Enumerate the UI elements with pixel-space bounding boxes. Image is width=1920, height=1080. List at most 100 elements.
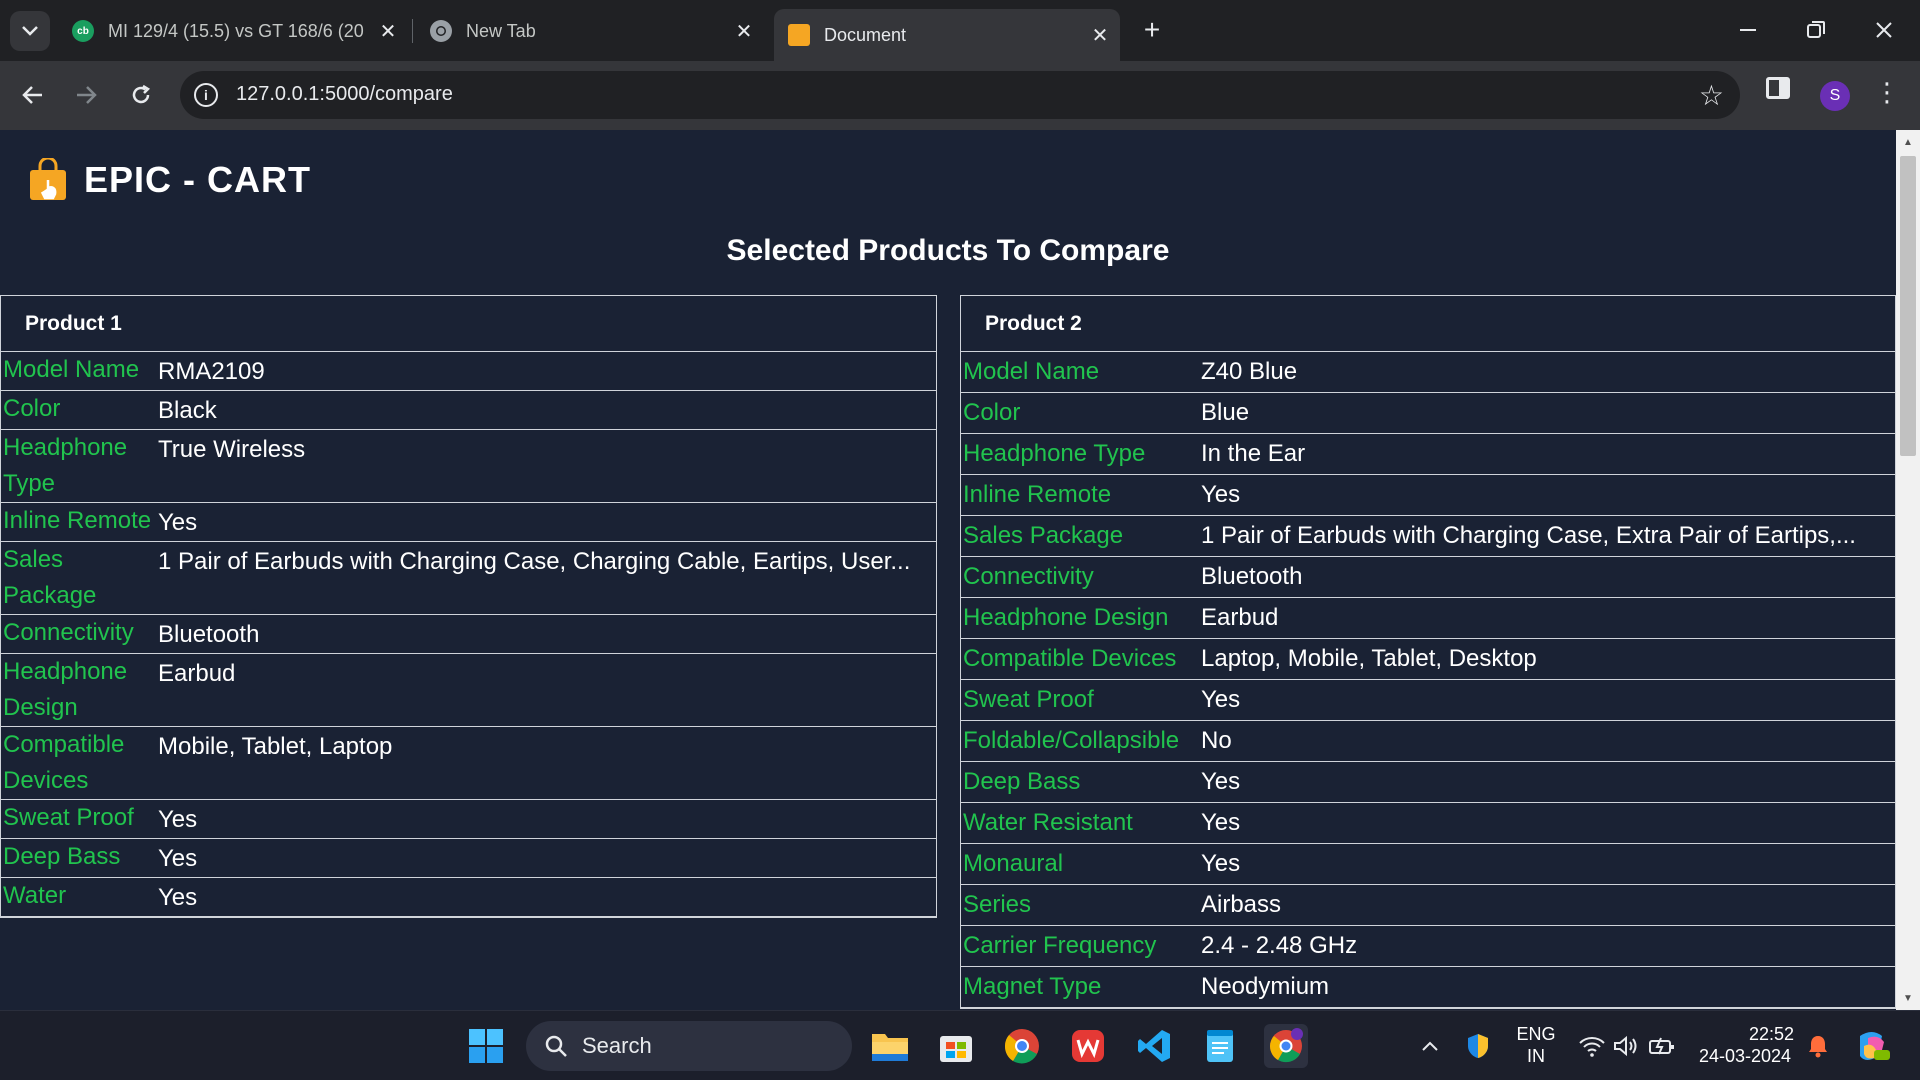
spec-row: Water Resistant Yes <box>961 803 1895 844</box>
taskbar-search[interactable]: Search <box>526 1021 852 1071</box>
spec-value: Earbud <box>158 660 236 687</box>
file-explorer-icon[interactable] <box>868 1024 912 1068</box>
scroll-up-arrow-icon[interactable]: ▲ <box>1896 132 1920 152</box>
close-tab-icon[interactable]: ✕ <box>1088 23 1112 47</box>
spec-key: Deep Bass <box>3 843 121 870</box>
tab-title: New Tab <box>466 20 536 41</box>
forward-button[interactable] <box>66 75 106 115</box>
spec-key: Sweat Proof <box>3 804 134 831</box>
spec-value: Yes <box>1201 850 1241 877</box>
tab-search-button[interactable] <box>10 11 50 51</box>
spec-row: Compatible Devices Laptop, Mobile, Tablet… <box>961 639 1895 680</box>
cricbuzz-icon: cb <box>72 20 94 42</box>
windows-start-icon[interactable] <box>464 1024 508 1068</box>
spec-value: Earbud <box>1201 604 1279 631</box>
spec-row: Carrier Frequency 2.4 - 2.48 GHz <box>961 926 1895 967</box>
side-panel-icon[interactable] <box>1766 77 1790 99</box>
input-language[interactable]: ENG IN <box>1510 1023 1562 1067</box>
spec-value: Bluetooth <box>1201 563 1303 590</box>
chevron-up-icon[interactable] <box>1408 1024 1452 1068</box>
spec-row: Connectivity Bluetooth <box>961 557 1895 598</box>
spec-row: Magnet Type Neodymium <box>961 967 1895 1008</box>
clock-time: 22:52 <box>1748 1024 1794 1044</box>
arrow-right-icon <box>77 86 97 104</box>
notification-bell-icon[interactable] <box>1796 1024 1840 1068</box>
spec-value: Yes <box>158 509 198 536</box>
spec-value: Mobile, Tablet, Laptop <box>158 733 393 760</box>
minimize-icon[interactable] <box>1714 8 1782 52</box>
spec-row: Headphone Type In the Ear <box>961 434 1895 475</box>
restore-icon[interactable] <box>1782 8 1850 52</box>
spec-row: Inline Remote Yes <box>1 503 936 542</box>
page-content: EPIC - CART Selected Products To Compare… <box>0 130 1896 1010</box>
spec-value: No <box>1201 727 1232 754</box>
tab-bar: cb MI 129/4 (15.5) vs GT 168/6 (20 ✕ New… <box>0 0 1920 61</box>
back-button[interactable] <box>13 75 53 115</box>
spec-row: Model Name Z40 Blue <box>961 352 1895 393</box>
spec-key: Compatible Devices <box>963 645 1177 672</box>
spec-value: True Wireless <box>158 436 306 463</box>
tab-cricket[interactable]: cb MI 129/4 (15.5) vs GT 168/6 (20 ✕ <box>72 9 400 53</box>
shopping-bag-icon <box>788 24 810 46</box>
spec-key: Connectivity <box>963 563 1094 590</box>
arrow-left-icon <box>22 86 42 104</box>
copilot-icon[interactable] <box>1850 1024 1894 1068</box>
close-tab-icon[interactable]: ✕ <box>376 19 400 43</box>
clock-date: 24-03-2024 <box>1698 1046 1792 1066</box>
battery-icon[interactable] <box>1640 1024 1684 1068</box>
bookmark-star-icon[interactable]: ☆ <box>1699 79 1724 112</box>
spec-key: Inline Remote <box>963 481 1112 508</box>
spec-row: Sweat Proof Yes <box>961 680 1895 721</box>
chrome-icon[interactable] <box>1000 1024 1044 1068</box>
chrome-profile-icon[interactable] <box>1264 1024 1308 1068</box>
close-window-icon[interactable] <box>1850 8 1918 52</box>
spec-key: Model Name <box>3 356 140 383</box>
spec-key: Deep Bass <box>963 768 1081 795</box>
reload-icon <box>132 84 151 104</box>
spec-row: Compatible Devices Mobile, Tablet, Laptop <box>1 727 936 800</box>
tab-document[interactable]: Document ✕ <box>774 9 1120 61</box>
spec-key: Sales Package <box>3 546 97 609</box>
product-header: Product 1 <box>1 296 936 352</box>
notepad-icon[interactable] <box>1198 1024 1242 1068</box>
clock[interactable]: 22:52 24-03-2024 <box>1690 1023 1800 1067</box>
scrollbar-thumb[interactable] <box>1900 156 1916 456</box>
new-tab-button[interactable]: + <box>1136 14 1168 46</box>
spec-row: Model Name RMA2109 <box>1 352 936 391</box>
spec-key: Headphone Design <box>963 604 1169 631</box>
brand-logo[interactable]: EPIC - CART <box>26 156 311 202</box>
microsoft-store-icon[interactable] <box>934 1024 978 1068</box>
page-scrollbar[interactable]: ▲ ▼ <box>1896 130 1920 1010</box>
spec-value: Blue <box>1201 399 1250 426</box>
spec-value: In the Ear <box>1201 440 1306 467</box>
chevron-down-icon <box>22 26 38 36</box>
more-menu-icon[interactable]: ⋮ <box>1874 77 1900 108</box>
close-tab-icon[interactable]: ✕ <box>732 19 756 43</box>
product-header: Product 2 <box>961 296 1895 352</box>
wps-office-icon[interactable] <box>1066 1024 1110 1068</box>
spec-row: Sales Package 1 Pair of Earbuds with Char… <box>961 516 1895 557</box>
spec-value: Yes <box>158 884 198 911</box>
reload-button[interactable] <box>121 75 161 115</box>
tab-new-tab[interactable]: New Tab ✕ <box>430 9 756 53</box>
site-info-icon[interactable]: i <box>194 83 218 107</box>
scroll-down-arrow-icon[interactable]: ▼ <box>1896 988 1920 1008</box>
page-title: Selected Products To Compare <box>726 234 1170 267</box>
spec-value: Yes <box>158 845 198 872</box>
spec-value: 1 Pair of Earbuds with Charging Case, Ch… <box>158 548 911 575</box>
spec-row: Foldable/Collapsible No <box>961 721 1895 762</box>
url-text[interactable]: 127.0.0.1:5000/compare <box>236 83 453 106</box>
tab-separator <box>412 19 413 43</box>
vscode-icon[interactable] <box>1132 1024 1176 1068</box>
spec-row: Series Airbass <box>961 885 1895 926</box>
address-bar[interactable]: i 127.0.0.1:5000/compare ☆ <box>180 71 1740 119</box>
spec-key: Color <box>3 395 61 422</box>
spec-row: Color Blue <box>961 393 1895 434</box>
spec-value: Laptop, Mobile, Tablet, Desktop <box>1201 645 1537 672</box>
profile-avatar[interactable]: S <box>1820 81 1850 111</box>
security-shield-icon[interactable] <box>1456 1024 1500 1068</box>
spec-value: Yes <box>1201 809 1241 836</box>
spec-value: 1 Pair of Earbuds with Charging Case, Ex… <box>1201 522 1856 549</box>
spec-key: Foldable/Collapsible <box>963 727 1180 754</box>
spec-row: Connectivity Bluetooth <box>1 615 936 654</box>
